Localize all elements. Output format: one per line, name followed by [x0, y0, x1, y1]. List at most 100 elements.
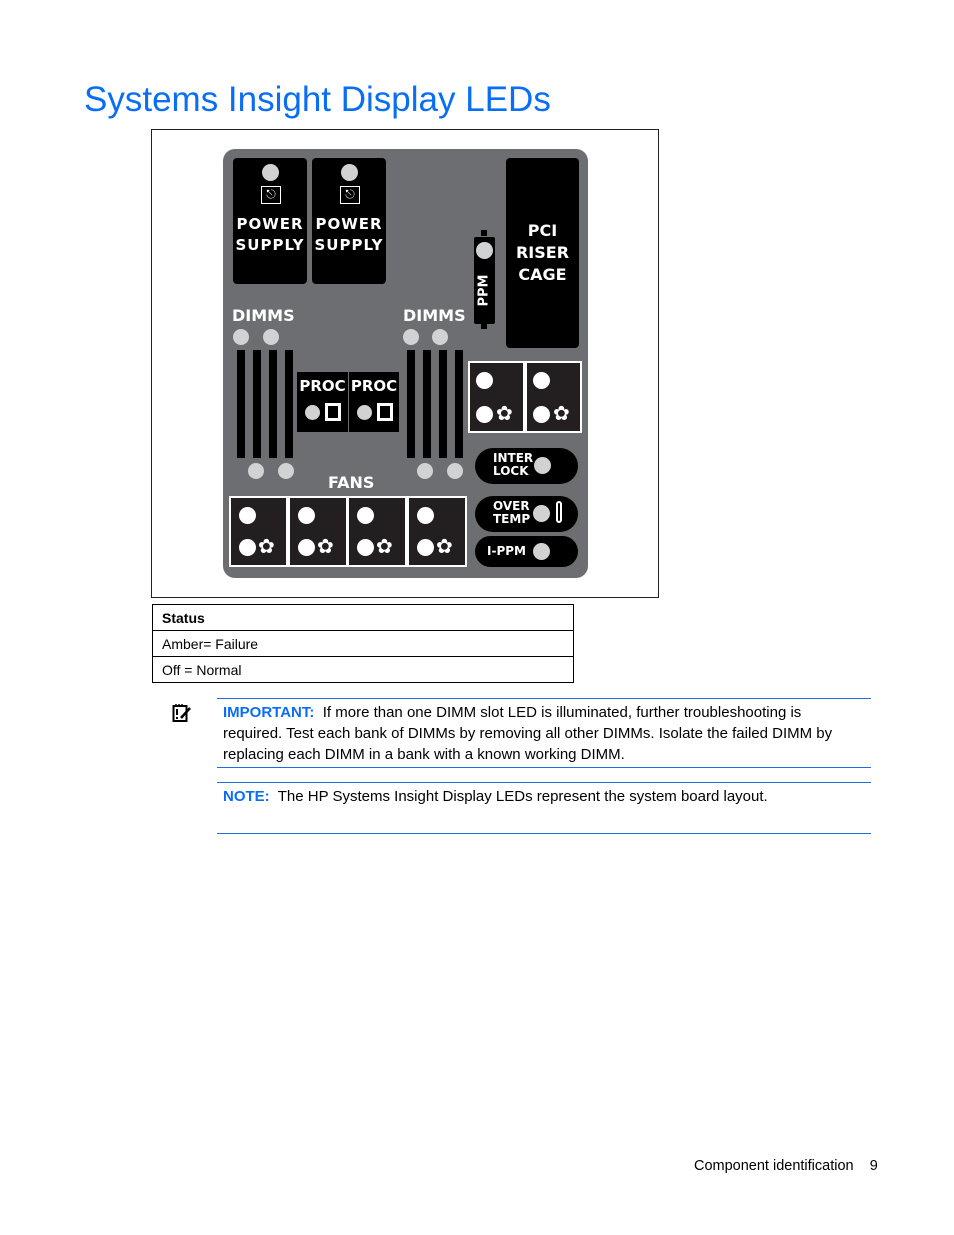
status-table: Status Amber= Failure Off = Normal: [152, 604, 574, 683]
dimm-led: [278, 463, 294, 479]
dimm-slot: [455, 350, 463, 458]
dimm-led: [447, 463, 463, 479]
fan-led-top: [239, 507, 256, 524]
fan-led-top: [533, 372, 550, 389]
dimm-led: [233, 329, 249, 345]
note-notice: NOTE: The HP Systems Insight Display LED…: [223, 786, 863, 807]
overtemp-indicator: OVER TEMP: [475, 496, 578, 532]
processor-2: PROC: [349, 372, 399, 432]
status-row-amber: Amber= Failure: [152, 630, 574, 657]
ppm-module: PPM: [474, 237, 495, 324]
cpu-chip-icon: [325, 403, 341, 421]
cpu-chip-icon: [377, 403, 393, 421]
important-label: IMPORTANT:: [223, 704, 315, 721]
important-notice: IMPORTANT: If more than one DIMM slot LE…: [223, 702, 863, 765]
processor-2-led: [357, 405, 372, 420]
thermometer-icon: [556, 501, 562, 523]
fan-icon: ✿: [553, 403, 570, 425]
power-supply-1-led: [262, 164, 279, 181]
fan-led-top: [298, 507, 315, 524]
ippm-indicator: I-PPM: [475, 536, 578, 567]
fan-led-bottom: [298, 539, 315, 556]
page-footer: Component identification 9: [694, 1158, 878, 1174]
processor-1-led: [305, 405, 320, 420]
fan-module-1: ✿: [231, 498, 286, 565]
dimms-right-label: DIMMS: [403, 306, 466, 325]
table-row: Amber= Failure: [152, 630, 574, 657]
dimm-led: [403, 329, 419, 345]
table-row: Off = Normal: [152, 656, 574, 683]
interlock-indicator: INTER LOCK: [475, 448, 578, 484]
power-supply-2: ⎋ POWER SUPPLY: [312, 158, 386, 284]
overtemp-label: OVER TEMP: [493, 499, 531, 526]
ippm-led: [533, 543, 550, 560]
ppm-led: [476, 242, 493, 259]
fans-label: FANS: [328, 473, 375, 492]
dimm-slot: [423, 350, 431, 458]
fan-led-top: [417, 507, 434, 524]
interlock-label: INTER LOCK: [493, 451, 534, 478]
fan-icon: ✿: [317, 536, 334, 558]
dimm-slot: [253, 350, 261, 458]
ippm-label: I-PPM: [487, 544, 526, 558]
fan-row: ✿ ✿ ✿ ✿: [229, 496, 467, 567]
fan-module-4: ✿: [409, 498, 465, 565]
note-top-rule: [217, 782, 871, 783]
important-bottom-rule: [217, 767, 871, 768]
processor-1-label: PROC: [299, 377, 346, 395]
fan-module-3: ✿: [349, 498, 405, 565]
power-supply-1-label: POWER SUPPLY: [235, 215, 305, 254]
fan-led-top: [357, 507, 374, 524]
sid-panel: ⎋ POWER SUPPLY ⎋ POWER SUPPLY PCI RISER …: [223, 149, 588, 578]
fan-led-bottom: [357, 539, 374, 556]
status-table-header: Status: [152, 604, 574, 631]
processor-2-label: PROC: [350, 377, 398, 395]
systems-insight-display-figure: ⎋ POWER SUPPLY ⎋ POWER SUPPLY PCI RISER …: [151, 129, 659, 598]
dimm-slot: [407, 350, 415, 458]
fan-icon: ✿: [436, 536, 453, 558]
dimm-slot: [439, 350, 447, 458]
power-supply-icon: ⎋: [261, 186, 281, 204]
ppm-label: PPM: [476, 274, 492, 307]
fan-module-5: ✿: [468, 361, 525, 433]
power-supply-icon: ⎋: [340, 186, 360, 204]
fan-led-bottom: [533, 406, 550, 423]
fan-icon: ✿: [496, 403, 513, 425]
ppm-connector-bottom: [481, 323, 487, 329]
note-label: NOTE:: [223, 788, 270, 805]
status-row-off: Off = Normal: [152, 656, 574, 683]
dimm-led: [248, 463, 264, 479]
important-icon: [172, 703, 192, 723]
page-title: Systems Insight Display LEDs: [84, 80, 551, 119]
footer-page-number: 9: [869, 1158, 878, 1174]
fan-module-2: ✿: [290, 498, 346, 565]
note-text: The HP Systems Insight Display LEDs repr…: [277, 788, 768, 805]
dimm-led: [263, 329, 279, 345]
fan-led-bottom: [239, 539, 256, 556]
ppm-connector-top: [481, 230, 487, 236]
footer-section: Component identification: [694, 1158, 854, 1174]
power-supply-2-led: [341, 164, 358, 181]
fan-module-6: ✿: [525, 361, 582, 433]
important-top-rule: [217, 698, 871, 699]
note-bottom-rule: [217, 833, 871, 834]
important-text: If more than one DIMM slot LED is illumi…: [223, 704, 833, 763]
power-supply-1: ⎋ POWER SUPPLY: [233, 158, 307, 284]
pci-riser-cage-label: PCI RISER CAGE: [515, 221, 570, 284]
dimm-slot: [285, 350, 293, 458]
power-supply-2-label: POWER SUPPLY: [314, 215, 384, 254]
dimm-slot: [237, 350, 245, 458]
fan-led-bottom: [476, 406, 493, 423]
interlock-led: [534, 457, 551, 474]
fan-icon: ✿: [258, 536, 275, 558]
fan-led-bottom: [417, 539, 434, 556]
fan-icon: ✿: [376, 536, 393, 558]
pci-riser-cage: PCI RISER CAGE: [506, 158, 579, 348]
overtemp-led: [533, 505, 550, 522]
processor-1: PROC: [297, 372, 348, 432]
dimm-led: [432, 329, 448, 345]
fan-led-top: [476, 372, 493, 389]
dimms-left-label: DIMMS: [232, 306, 295, 325]
dimm-led: [417, 463, 433, 479]
dimm-slot: [269, 350, 277, 458]
